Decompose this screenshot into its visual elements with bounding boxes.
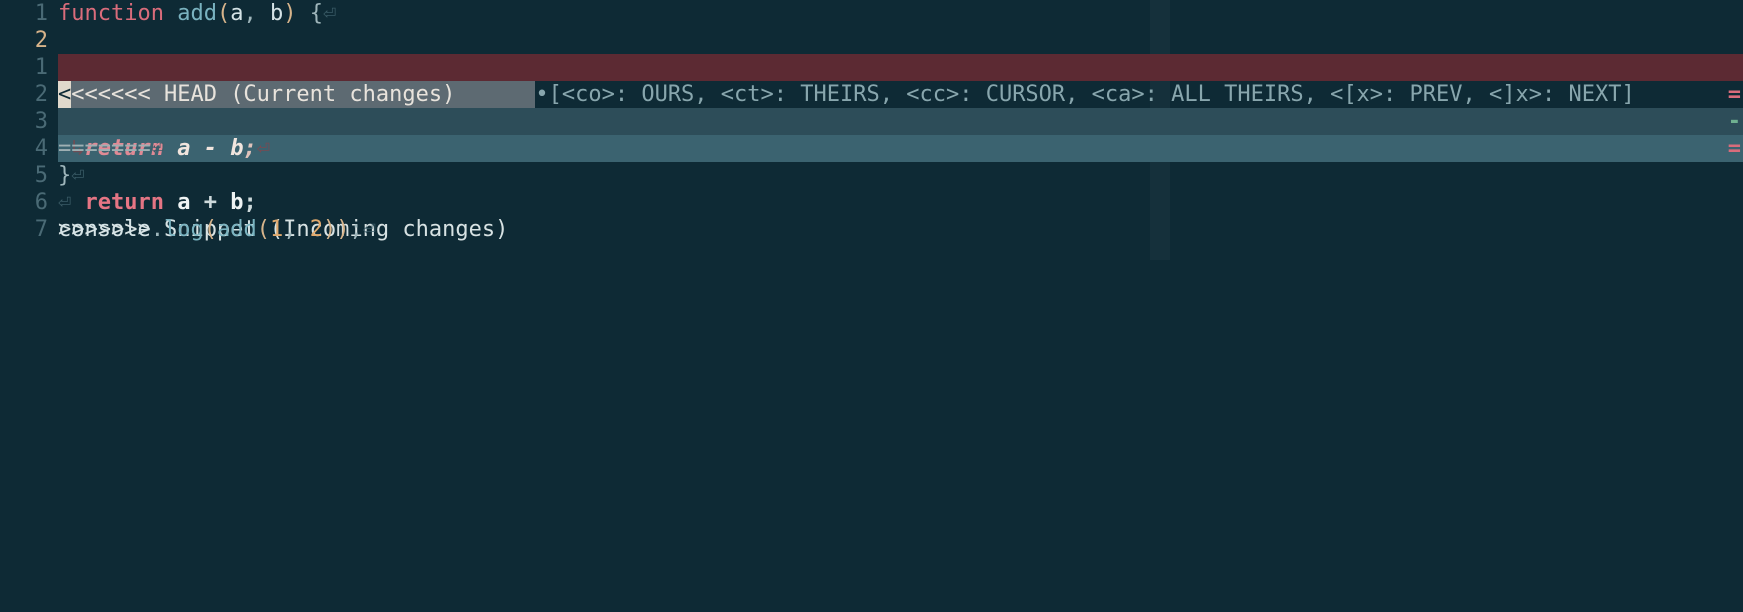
code-line[interactable]: 5 }⏎ <box>0 162 1743 189</box>
number-literal: 2 <box>310 217 323 242</box>
conflict-theirs-line[interactable]: 3 return a + b; - <box>0 108 1743 135</box>
cursor: < <box>58 81 71 108</box>
eol-icon: ⏎ <box>363 217 376 242</box>
line-number: 5 <box>0 162 58 189</box>
ours-region-bg <box>58 54 1743 81</box>
line-number: 1 <box>0 0 58 27</box>
paren-open: ( <box>204 217 217 242</box>
eol-icon: ⏎ <box>323 1 336 26</box>
paren-open: ( <box>217 1 230 26</box>
paren-close: ) <box>283 1 296 26</box>
param-b: b <box>270 1 283 26</box>
code-line[interactable]: 1 function add(a, b) {⏎ <box>0 0 1743 27</box>
conflict-separator: ======= <box>58 136 151 161</box>
brace-close: } <box>58 163 71 188</box>
code-line[interactable]: 6 ⏎ <box>0 189 1743 216</box>
conflict-hint: [<co>: OURS, <ct>: THEIRS, <cc>: CURSOR,… <box>549 82 1635 107</box>
number-literal: 1 <box>270 217 283 242</box>
call-add: add <box>217 217 257 242</box>
eol-icon: ⏎ <box>151 136 164 161</box>
diff-edge-marker: = <box>1728 135 1741 162</box>
line-number: 4 <box>0 135 58 162</box>
line-number-current: 2 <box>0 27 58 54</box>
conflict-header-line[interactable]: 2 <<<<<<< HEAD (Current changes)•[<co>: … <box>0 27 1743 54</box>
code-editor[interactable]: 1 function add(a, b) {⏎ 2 <<<<<<< HEAD (… <box>0 0 1743 612</box>
conflict-ours-line[interactable]: 1 ↳return a - b;⏎ <box>0 54 1743 81</box>
method-log: log <box>164 217 204 242</box>
conflict-head-marker: <<<<<< HEAD (Current changes) <box>71 82 455 107</box>
line-number: 6 <box>0 189 58 216</box>
line-number: 3 <box>0 108 58 135</box>
diff-edge-marker: = <box>1728 81 1741 108</box>
param-a: a <box>230 1 243 26</box>
line-number: 2 <box>0 81 58 108</box>
brace-open: { <box>310 1 323 26</box>
comma: , <box>243 1 270 26</box>
code-line[interactable]: 7 console.log(add(1, 2));⏎ <box>0 216 1743 243</box>
paren-close: ) <box>336 217 349 242</box>
diff-edge-marker: - <box>1728 108 1741 135</box>
ident-console: console <box>58 217 151 242</box>
function-name: add <box>177 1 217 26</box>
theirs-region-bg <box>58 108 1743 135</box>
eol-icon: ⏎ <box>71 163 84 188</box>
keyword-function: function <box>58 1 164 26</box>
bullet-icon: • <box>535 82 548 107</box>
semicolon: ; <box>349 217 362 242</box>
comma: , <box>283 217 310 242</box>
paren-close: ) <box>323 217 336 242</box>
line-number: 1 <box>0 54 58 81</box>
paren-open: ( <box>257 217 270 242</box>
dot: . <box>151 217 164 242</box>
line-number: 7 <box>0 216 58 243</box>
eol-icon: ⏎ <box>58 190 71 215</box>
